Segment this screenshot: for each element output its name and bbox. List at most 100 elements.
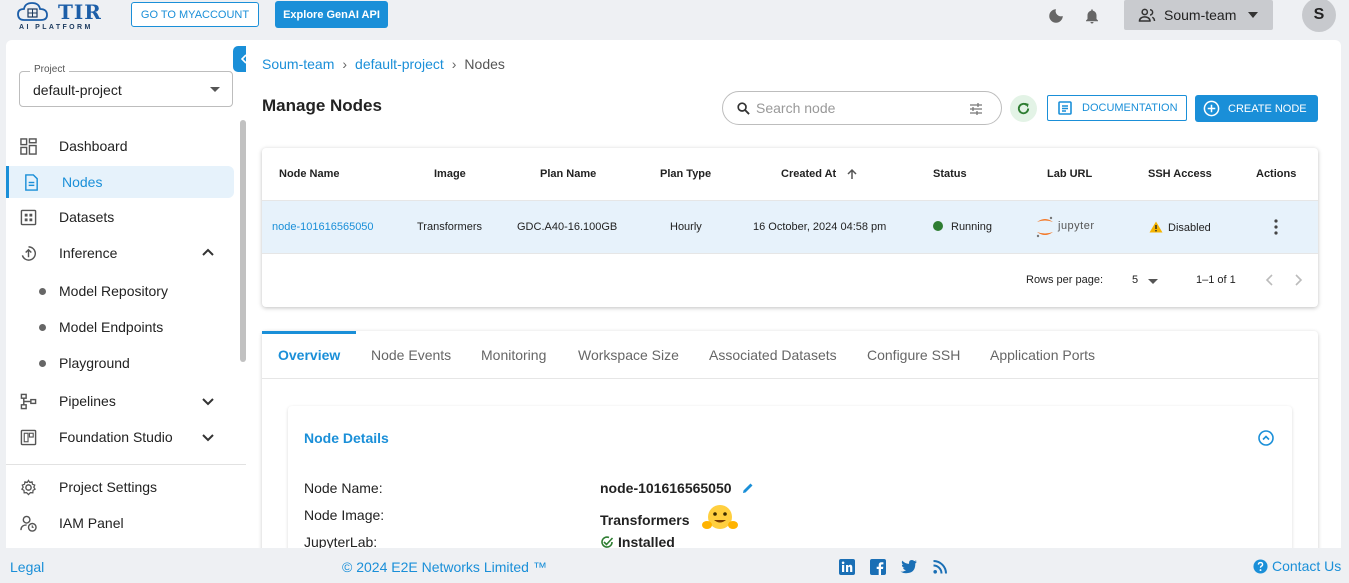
facebook-icon[interactable]: [870, 559, 886, 575]
chevron-down-icon: [202, 398, 214, 406]
hugging-face-icon: [702, 505, 739, 529]
nodes-table: Node Name Image Plan Name Plan Type Crea…: [262, 148, 1318, 307]
tab-bar: Overview Node Events Monitoring Workspac…: [262, 331, 1318, 379]
help-circle-icon: [1253, 558, 1268, 574]
bullet-icon: [39, 324, 46, 331]
contact-us-label: Contact Us: [1272, 558, 1342, 574]
sidebar-item-inference[interactable]: Inference: [6, 237, 234, 269]
breadcrumb-project-link[interactable]: default-project: [355, 56, 444, 72]
twitter-icon[interactable]: [900, 559, 918, 575]
create-node-button[interactable]: CREATE NODE: [1195, 95, 1318, 122]
jupyter-lab-link[interactable]: jupyter: [1034, 215, 1104, 239]
table-pagination: Rows per page: 5 1–1 of 1: [262, 254, 1318, 307]
rows-per-page-select[interactable]: 5: [1132, 274, 1138, 286]
footer: Legal © 2024 E2E Networks Limited ™ Cont…: [0, 548, 1349, 583]
create-node-label: CREATE NODE: [1228, 102, 1307, 115]
table-row[interactable]: node-101616565050 Transformers GDC.A40-1…: [262, 201, 1318, 254]
chevron-right-icon[interactable]: [1293, 274, 1303, 286]
sidebar-subitem-model-endpoints[interactable]: Model Endpoints: [6, 312, 234, 342]
cell-created-at: 16 October, 2024 04:58 pm: [753, 221, 887, 233]
explore-genai-button[interactable]: Explore GenAI API: [275, 1, 388, 28]
sidebar-item-label: Dashboard: [59, 138, 128, 154]
team-selector[interactable]: Soum-team: [1124, 0, 1273, 30]
sidebar-item-label: Pipelines: [59, 393, 116, 409]
avatar[interactable]: S: [1302, 0, 1336, 32]
sidebar-item-dashboard[interactable]: Dashboard: [6, 130, 234, 162]
bullet-icon: [39, 360, 46, 367]
node-details-tabs: Overview Node Events Monitoring Workspac…: [262, 331, 1318, 548]
refresh-button[interactable]: [1010, 95, 1037, 122]
bell-icon[interactable]: [1083, 7, 1101, 25]
more-vert-icon[interactable]: [1269, 218, 1283, 236]
tir-logo[interactable]: TIR AI PLATFORM: [16, 0, 108, 34]
dashboard-icon: [20, 138, 37, 155]
column-header-status[interactable]: Status: [933, 168, 967, 180]
column-header-created-at[interactable]: Created At: [781, 168, 836, 180]
documentation-button[interactable]: DOCUMENTATION: [1047, 95, 1187, 121]
copyright-text: © 2024 E2E Networks Limited ™: [342, 559, 547, 575]
chevron-down-icon: [202, 434, 214, 442]
legal-link[interactable]: Legal: [10, 559, 44, 575]
tab-configure-ssh[interactable]: Configure SSH: [851, 331, 976, 379]
sidebar-item-label: Inference: [59, 245, 118, 261]
breadcrumb: Soum-team › default-project › Nodes: [262, 56, 505, 72]
linkedin-icon[interactable]: [839, 559, 855, 575]
breadcrumb-team-link[interactable]: Soum-team: [262, 56, 334, 72]
cloud-logo-icon: [17, 2, 48, 21]
sidebar-item-datasets[interactable]: Datasets: [6, 201, 234, 233]
chevron-left-icon[interactable]: [1265, 274, 1275, 286]
cell-plan-type: Hourly: [670, 221, 702, 233]
chevron-up-icon: [202, 248, 214, 256]
sidebar-item-foundation-studio[interactable]: Foundation Studio: [6, 421, 234, 453]
cell-plan-name: GDC.A40-16.100GB: [517, 221, 618, 233]
dropdown-arrow-icon: [210, 87, 220, 92]
bullet-icon: [39, 288, 46, 295]
sort-ascending-icon[interactable]: [846, 168, 858, 180]
jupyter-logo-icon: [1036, 216, 1053, 238]
filter-tune-icon[interactable]: [969, 102, 983, 116]
rss-icon[interactable]: [933, 559, 947, 575]
search-field[interactable]: [722, 91, 1002, 125]
project-select[interactable]: Project default-project: [19, 64, 233, 107]
tab-monitoring[interactable]: Monitoring: [465, 331, 562, 379]
tab-associated-datasets[interactable]: Associated Datasets: [693, 331, 853, 379]
plus-circle-icon: [1203, 100, 1220, 117]
status-running-icon: [933, 221, 943, 231]
tab-workspace-size[interactable]: Workspace Size: [562, 331, 695, 379]
go-to-myaccount-button[interactable]: GO TO MYACCOUNT: [131, 2, 259, 27]
sidebar-item-project-settings[interactable]: Project Settings: [6, 471, 234, 503]
breadcrumb-separator-icon: ›: [451, 56, 457, 72]
edit-pencil-icon[interactable]: [742, 482, 754, 494]
column-header-plan-type[interactable]: Plan Type: [660, 168, 711, 180]
top-bar: TIR AI PLATFORM GO TO MYACCOUNT Explore …: [0, 0, 1349, 38]
brand-tagline: AI PLATFORM: [19, 24, 93, 31]
sidebar-item-nodes[interactable]: Nodes: [6, 166, 234, 198]
search-icon: [737, 102, 750, 115]
column-header-image[interactable]: Image: [434, 168, 466, 180]
column-header-lab-url[interactable]: Lab URL: [1047, 168, 1092, 180]
column-header-actions[interactable]: Actions: [1256, 168, 1296, 180]
search-input[interactable]: [756, 100, 956, 116]
node-name-link[interactable]: node-101616565050: [272, 221, 374, 233]
contact-us-link[interactable]: Contact Us: [1253, 558, 1341, 574]
main-panel: Soum-team › default-project › Nodes Mana…: [246, 40, 1341, 548]
column-header-plan-name[interactable]: Plan Name: [540, 168, 596, 180]
project-select-value: default-project: [33, 82, 122, 98]
sidebar-item-iam-panel[interactable]: IAM Panel: [6, 507, 234, 539]
sidebar-subitem-playground[interactable]: Playground: [6, 348, 234, 378]
column-header-node-name[interactable]: Node Name: [279, 168, 340, 180]
tab-node-events[interactable]: Node Events: [355, 331, 467, 379]
caret-down-icon[interactable]: [1148, 279, 1158, 284]
breadcrumb-current: Nodes: [464, 56, 505, 72]
sidebar-item-label: Foundation Studio: [59, 429, 173, 445]
tab-overview[interactable]: Overview: [262, 331, 357, 379]
detail-value-jupyterlab: Installed: [600, 534, 675, 548]
sidebar-item-pipelines[interactable]: Pipelines: [6, 385, 234, 417]
collapse-circle-icon[interactable]: [1258, 430, 1274, 446]
column-header-ssh-access[interactable]: SSH Access: [1148, 168, 1212, 180]
detail-label-jupyterlab: JupyterLab:: [304, 534, 378, 548]
sidebar-subitem-model-repository[interactable]: Model Repository: [6, 276, 234, 306]
detail-value-node-image: Transformers: [600, 505, 739, 533]
tab-application-ports[interactable]: Application Ports: [974, 331, 1111, 379]
moon-icon[interactable]: [1047, 7, 1065, 25]
